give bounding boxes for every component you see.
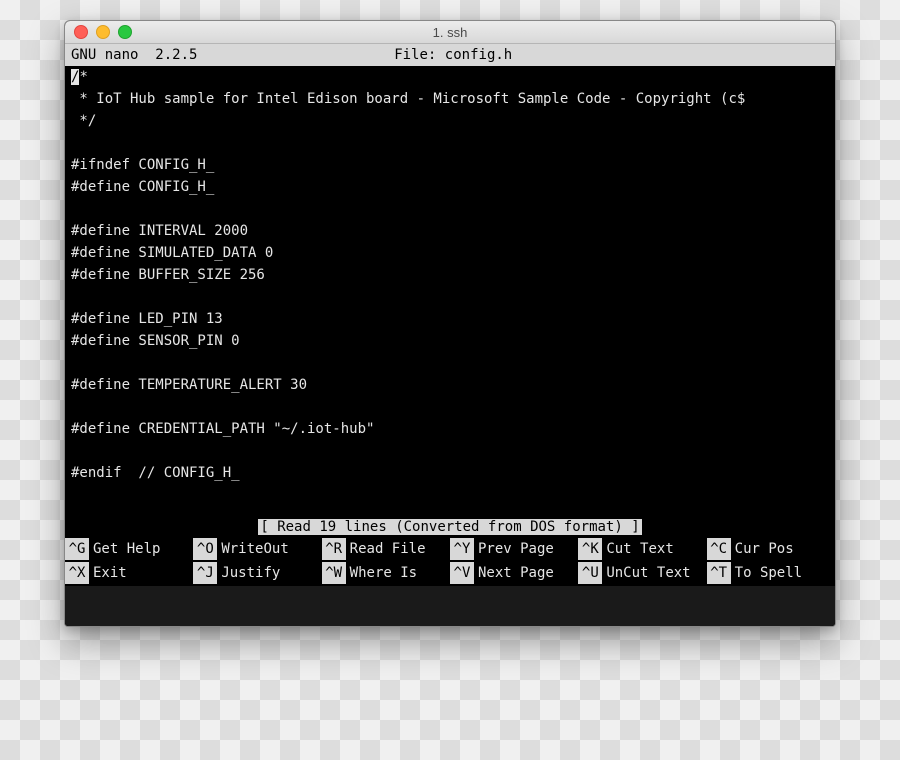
shortcut-get-help[interactable]: ^G Get Help	[65, 538, 193, 560]
shortcut-next-page[interactable]: ^V Next Page	[450, 562, 578, 584]
editor-line[interactable]: #endif // CONFIG_H_	[71, 462, 829, 484]
shortcut-justify[interactable]: ^J Justify	[193, 562, 321, 584]
shortcut-key: ^X	[65, 562, 89, 584]
shortcut-key: ^K	[578, 538, 602, 560]
editor-line[interactable]: #define SENSOR_PIN 0	[71, 330, 829, 352]
shortcut-label: Justify	[221, 562, 280, 584]
macos-titlebar[interactable]: 1. ssh	[65, 21, 835, 44]
window-title: 1. ssh	[65, 25, 835, 40]
shortcut-label: Cur Pos	[735, 538, 794, 560]
editor-line[interactable]: * IoT Hub sample for Intel Edison board …	[71, 88, 829, 110]
shortcut-label: Prev Page	[478, 538, 554, 560]
shortcut-uncut-text[interactable]: ^U UnCut Text	[578, 562, 706, 584]
editor-line[interactable]: #define INTERVAL 2000	[71, 220, 829, 242]
shortcut-key: ^C	[707, 538, 731, 560]
shortcut-exit[interactable]: ^X Exit	[65, 562, 193, 584]
editor-line[interactable]: */	[71, 110, 829, 132]
shortcut-key: ^V	[450, 562, 474, 584]
shortcut-label: UnCut Text	[606, 562, 690, 584]
shortcut-key: ^O	[193, 538, 217, 560]
shortcut-label: WriteOut	[221, 538, 288, 560]
shortcut-label: Exit	[93, 562, 127, 584]
editor-line[interactable]	[71, 484, 829, 506]
nano-file: File: config.h	[77, 44, 829, 66]
editor-line[interactable]: #define SIMULATED_DATA 0	[71, 242, 829, 264]
shortcut-label: Next Page	[478, 562, 554, 584]
shortcut-label: To Spell	[735, 562, 802, 584]
nano-filename: config.h	[445, 47, 512, 63]
shortcut-key: ^Y	[450, 538, 474, 560]
editor-line[interactable]	[71, 286, 829, 308]
shortcut-label: Where Is	[350, 562, 417, 584]
editor-line[interactable]	[71, 352, 829, 374]
shortcut-where-is[interactable]: ^W Where Is	[322, 562, 450, 584]
shortcut-label: Read File	[350, 538, 426, 560]
shortcut-label: Get Help	[93, 538, 160, 560]
shortcut-key: ^T	[707, 562, 731, 584]
editor-content[interactable]: /* * IoT Hub sample for Intel Edison boa…	[65, 66, 835, 516]
shortcut-read-file[interactable]: ^R Read File	[322, 538, 450, 560]
terminal-bottom-padding	[65, 586, 835, 626]
editor-line[interactable]	[71, 198, 829, 220]
editor-line[interactable]: #define TEMPERATURE_ALERT 30	[71, 374, 829, 396]
editor-line[interactable]: #define CONFIG_H_	[71, 176, 829, 198]
shortcut-cut-text[interactable]: ^K Cut Text	[578, 538, 706, 560]
terminal-window: 1. ssh GNU nano 2.2.5 File: config.h /* …	[64, 20, 836, 627]
minimize-icon[interactable]	[96, 25, 110, 39]
shortcut-key: ^U	[578, 562, 602, 584]
editor-line[interactable]: /*	[71, 66, 829, 88]
shortcut-key: ^R	[322, 538, 346, 560]
nano-header: GNU nano 2.2.5 File: config.h	[65, 44, 835, 66]
editor-line[interactable]: #define CREDENTIAL_PATH "~/.iot-hub"	[71, 418, 829, 440]
nano-shortcuts-row-1: ^G Get Help ^O WriteOut ^R Read File ^Y …	[65, 538, 835, 562]
editor-line[interactable]: #define BUFFER_SIZE 256	[71, 264, 829, 286]
nano-status-text: [ Read 19 lines (Converted from DOS form…	[258, 519, 641, 535]
nano-shortcuts-row-2: ^X Exit ^J Justify ^W Where Is ^V Next P…	[65, 562, 835, 586]
nano-status-bar: [ Read 19 lines (Converted from DOS form…	[65, 516, 835, 538]
traffic-lights	[65, 25, 132, 39]
terminal-body[interactable]: GNU nano 2.2.5 File: config.h /* * IoT H…	[65, 44, 835, 626]
shortcut-key: ^G	[65, 538, 89, 560]
editor-line[interactable]	[71, 396, 829, 418]
shortcut-prev-page[interactable]: ^Y Prev Page	[450, 538, 578, 560]
shortcut-cur-pos[interactable]: ^C Cur Pos	[707, 538, 835, 560]
editor-text: *	[79, 69, 87, 85]
shortcut-label: Cut Text	[606, 538, 673, 560]
editor-line[interactable]: #ifndef CONFIG_H_	[71, 154, 829, 176]
shortcut-writeout[interactable]: ^O WriteOut	[193, 538, 321, 560]
shortcut-to-spell[interactable]: ^T To Spell	[707, 562, 835, 584]
close-icon[interactable]	[74, 25, 88, 39]
editor-line[interactable]	[71, 132, 829, 154]
editor-line[interactable]: #define LED_PIN 13	[71, 308, 829, 330]
zoom-icon[interactable]	[118, 25, 132, 39]
shortcut-key: ^J	[193, 562, 217, 584]
editor-line[interactable]	[71, 440, 829, 462]
shortcut-key: ^W	[322, 562, 346, 584]
nano-file-label: File:	[394, 47, 436, 63]
